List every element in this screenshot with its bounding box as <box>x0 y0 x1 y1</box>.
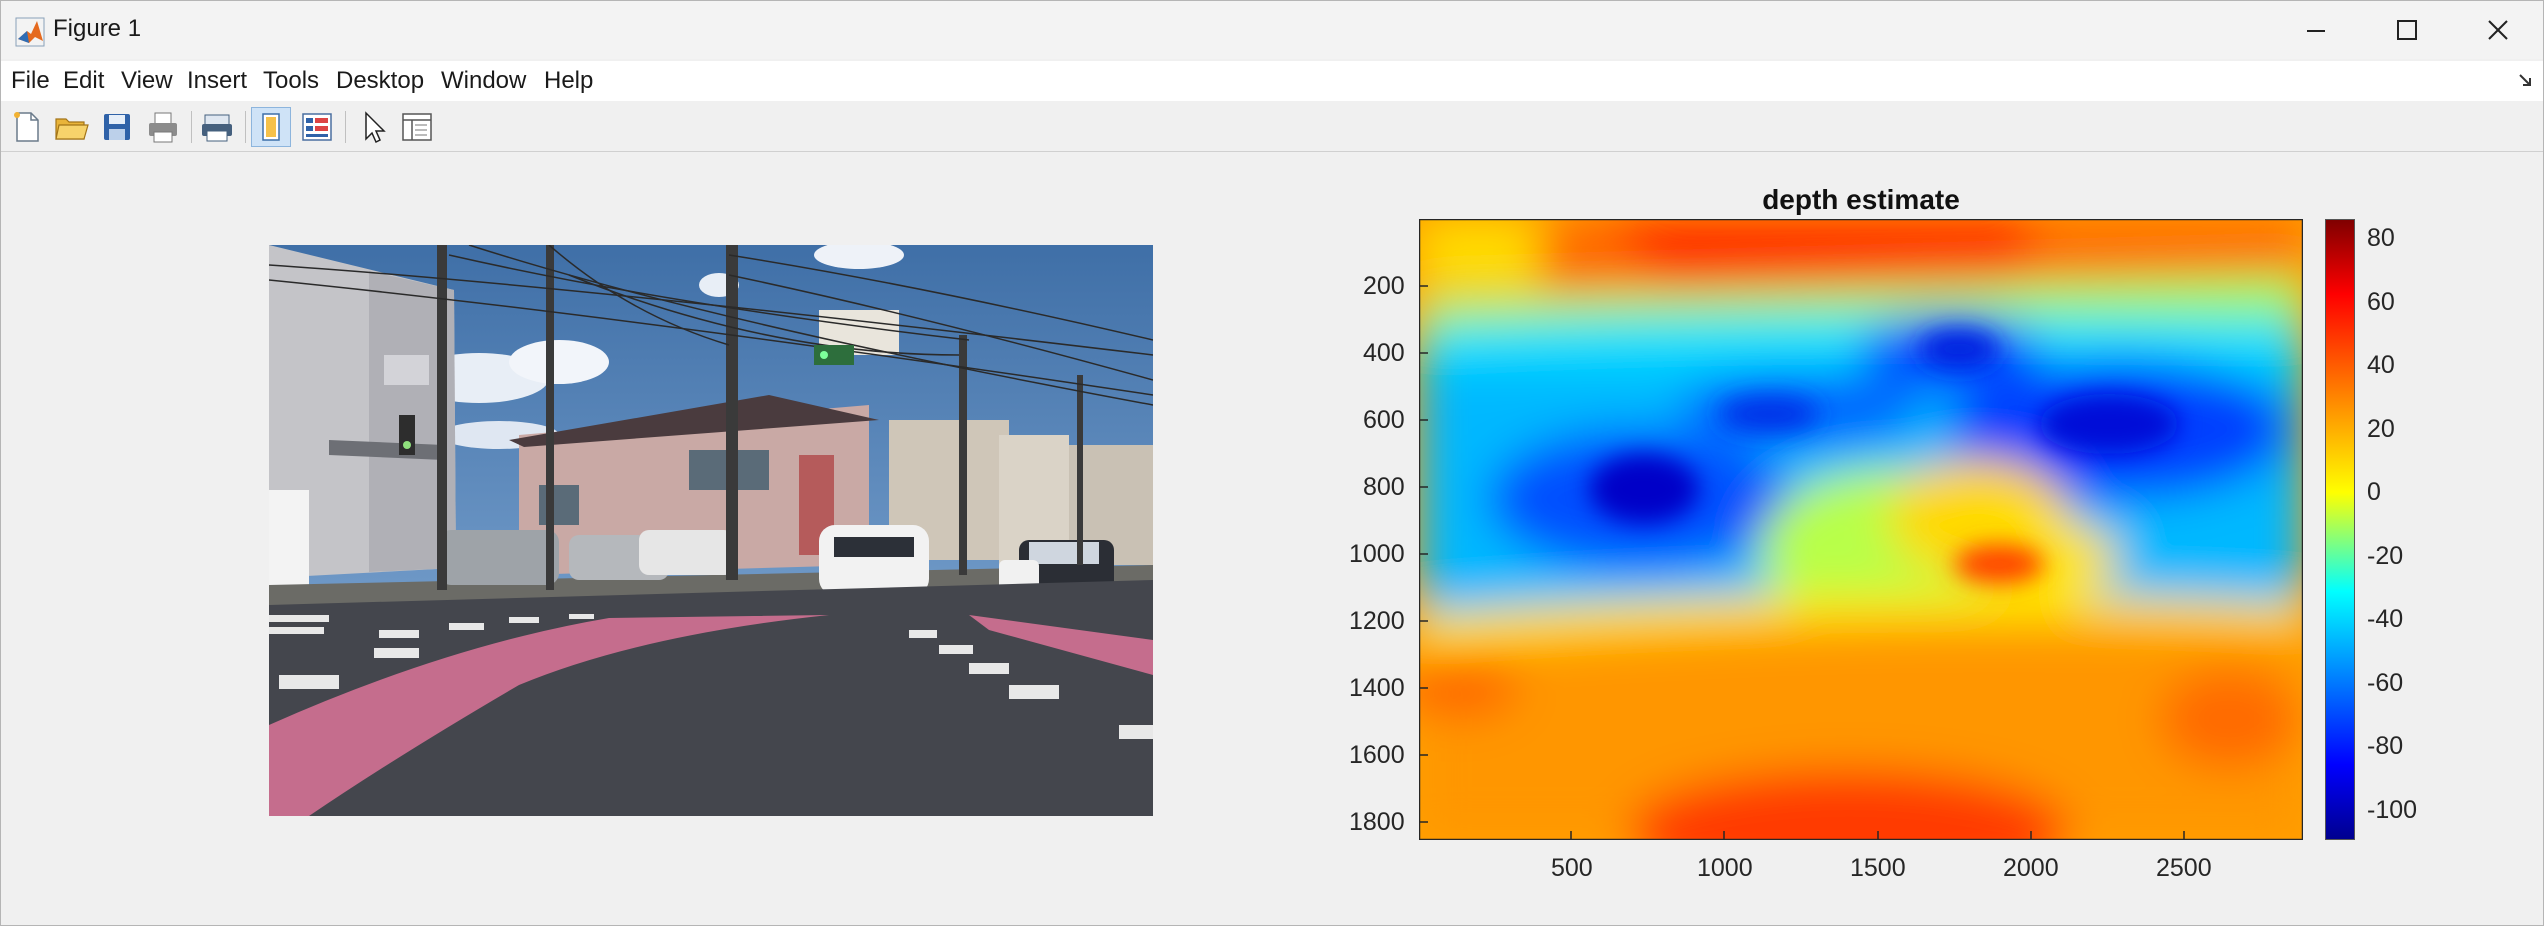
menu-window[interactable]: Window <box>441 67 526 95</box>
menu-insert[interactable]: Insert <box>187 67 247 95</box>
colorbar-tick-label: 0 <box>2367 478 2381 506</box>
colorbar-tick-label: -80 <box>2367 732 2404 760</box>
plot-title: depth estimate <box>1762 184 1960 215</box>
dock-arrow-icon[interactable] <box>2517 71 2535 89</box>
colorbar-tick-label: -100 <box>2367 796 2418 824</box>
folder-icon <box>55 118 89 140</box>
window-title: Figure 1 <box>53 15 142 42</box>
colorbar <box>2325 219 2355 840</box>
depth-heatmap <box>1419 219 2303 840</box>
colorbar-tick-label: -40 <box>2367 605 2404 633</box>
y-tick-label: 200 <box>1363 272 1405 300</box>
property-inspector-button[interactable] <box>397 107 437 147</box>
menu-bar: File Edit View Insert Tools Desktop Wind… <box>1 61 2543 101</box>
data-table-icon <box>302 113 332 141</box>
new-figure-button[interactable] <box>7 107 47 147</box>
save-figure-button[interactable] <box>97 107 137 147</box>
maximize-icon <box>2397 20 2417 40</box>
y-tick-label: 1000 <box>1349 540 1405 568</box>
save-icon <box>104 114 130 140</box>
menu-tools[interactable]: Tools <box>263 67 319 95</box>
colorbar-tick-label: 80 <box>2367 224 2395 252</box>
open-file-button[interactable] <box>51 107 91 147</box>
street-photo <box>269 245 1153 816</box>
x-tick-label: 2500 <box>2156 854 2212 882</box>
close-icon <box>2488 20 2508 40</box>
y-tick-label: 400 <box>1363 339 1405 367</box>
x-tick-label: 2000 <box>2003 854 2059 882</box>
toggle-plot-tools-button[interactable] <box>251 107 291 147</box>
close-button[interactable] <box>2451 1 2543 59</box>
title-bar: Figure 1 <box>1 1 2543 59</box>
toolbar-separator <box>345 111 346 143</box>
y-tick-label: 1400 <box>1349 674 1405 702</box>
colorbar-tick-label: -60 <box>2367 669 2404 697</box>
minimize-button[interactable] <box>2269 1 2361 59</box>
toolbar-separator <box>245 111 246 143</box>
property-inspector-icon <box>402 113 432 141</box>
x-tick-label: 1500 <box>1850 854 1906 882</box>
print-preview-button[interactable] <box>197 107 237 147</box>
y-tick-label: 800 <box>1363 473 1405 501</box>
y-tick-label: 1800 <box>1349 808 1405 836</box>
edit-plot-button[interactable] <box>353 107 393 147</box>
x-tick-label: 1000 <box>1697 854 1753 882</box>
menu-help[interactable]: Help <box>544 67 593 95</box>
toolbar-separator <box>191 111 192 143</box>
x-tick-label: 500 <box>1551 854 1593 882</box>
menu-edit[interactable]: Edit <box>63 67 104 95</box>
y-tick-label: 1200 <box>1349 607 1405 635</box>
colorbar-tick-label: 20 <box>2367 415 2395 443</box>
y-tick-label: 1600 <box>1349 741 1405 769</box>
printer-icon <box>149 112 177 143</box>
pointer-arrow-icon <box>365 111 386 144</box>
menu-view[interactable]: View <box>121 67 173 95</box>
new-file-icon <box>14 112 39 142</box>
plot-tools-icon <box>262 113 280 141</box>
figure-window: Figure 1 File Edit View Insert Tools Des… <box>0 0 2544 926</box>
y-tick-label: 600 <box>1363 406 1405 434</box>
matlab-logo-icon <box>15 17 45 47</box>
link-plot-button[interactable] <box>297 107 337 147</box>
menu-file[interactable]: File <box>11 67 50 95</box>
toolbar <box>1 103 2543 152</box>
colorbar-tick-label: -20 <box>2367 542 2404 570</box>
minimize-icon <box>2307 30 2325 32</box>
colorbar-tick-label: 60 <box>2367 288 2395 316</box>
print-figure-button[interactable] <box>143 107 183 147</box>
print-preview-icon <box>202 114 232 142</box>
maximize-button[interactable] <box>2361 1 2453 59</box>
menu-desktop[interactable]: Desktop <box>336 67 424 95</box>
colorbar-tick-label: 40 <box>2367 351 2395 379</box>
